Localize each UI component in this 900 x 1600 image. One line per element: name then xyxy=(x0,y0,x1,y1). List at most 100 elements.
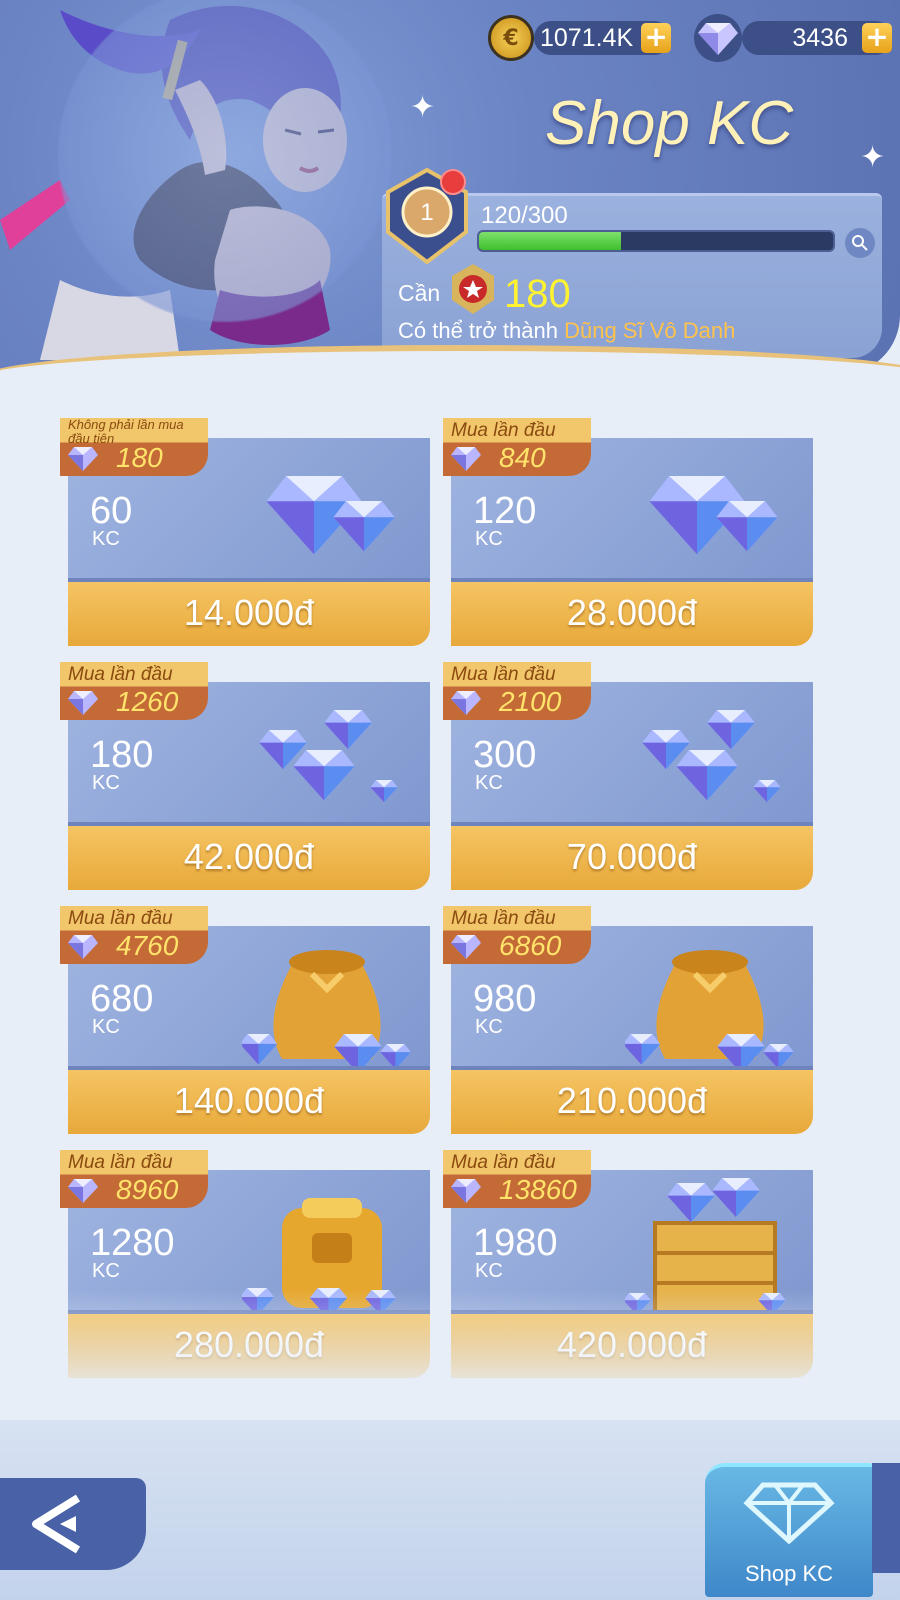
sparkle-icon: ✦ xyxy=(860,140,886,175)
bonus-amount: 1260 xyxy=(116,686,179,717)
gem-icon xyxy=(694,14,742,62)
buy-price-button[interactable]: 14.000đ xyxy=(68,578,430,646)
progress-text: 120/300 xyxy=(481,202,568,229)
pack-art-gem-bag-icon xyxy=(622,934,795,1074)
ribbon-label: Mua lần đầu xyxy=(68,908,173,929)
pack-unit: KC xyxy=(92,772,120,794)
buy-price-button[interactable]: 140.000đ xyxy=(68,1066,430,1134)
gem-value: 3436 xyxy=(792,23,848,52)
coin-pill: 1071.4K + xyxy=(534,21,672,55)
pack-unit: KC xyxy=(475,772,503,794)
pack-unit: KC xyxy=(92,1016,120,1038)
search-button[interactable] xyxy=(845,228,875,258)
buy-price-button[interactable]: 28.000đ xyxy=(451,578,813,646)
buy-price-button[interactable]: 70.000đ xyxy=(451,822,813,890)
become-rank-name: Dũng Sĩ Vô Danh xyxy=(564,318,736,343)
become-rank-text: Có thể trở thành Dũng Sĩ Vô Danh xyxy=(398,318,735,344)
bonus-amount: 4760 xyxy=(116,930,179,961)
tab-shop-kc-label: Shop KC xyxy=(744,1561,834,1586)
back-arrow-icon xyxy=(32,1494,81,1554)
hero-character-art xyxy=(0,0,420,370)
honor-badge-icon xyxy=(452,264,494,314)
bonus-ribbon: Mua lần đầu 13860 xyxy=(443,1150,591,1208)
pack-amount: 120 xyxy=(473,490,537,532)
gem-icon xyxy=(451,690,481,716)
need-value: 180 xyxy=(504,272,571,316)
pack-art-gems-small-icon xyxy=(625,446,795,586)
pack-art-gem-bag-icon xyxy=(239,934,412,1074)
add-coins-button[interactable]: + xyxy=(641,23,672,53)
bonus-ribbon: Mua lần đầu 6860 xyxy=(443,906,591,964)
bonus-amount: 6860 xyxy=(499,930,562,961)
become-prefix: Có thể trở thành xyxy=(398,318,558,343)
gem-icon xyxy=(451,1178,481,1204)
gem-pill: 3436 + xyxy=(742,21,892,55)
pack-amount: 300 xyxy=(473,734,537,776)
pack-amount: 980 xyxy=(473,978,537,1020)
bonus-amount: 840 xyxy=(499,442,546,473)
bonus-ribbon: Mua lần đầu 840 xyxy=(443,418,591,476)
ribbon-label: Mua lần đầu xyxy=(451,420,556,441)
back-button[interactable] xyxy=(0,1478,146,1570)
bonus-ribbon: Mua lần đầu 1260 xyxy=(60,662,208,720)
coin-balance: € 1071.4K + xyxy=(488,15,672,61)
pack-amount: 680 xyxy=(90,978,154,1020)
header-divider xyxy=(0,345,900,411)
diamond-pack-card[interactable]: Không phải lần mua đầu tiên 180 60 KC 14… xyxy=(60,418,430,646)
gem-icon xyxy=(68,446,98,472)
pack-unit: KC xyxy=(475,1016,503,1038)
bonus-amount: 8960 xyxy=(116,1174,179,1205)
gem-balance: 3436 + xyxy=(694,14,892,62)
rank-progress-bar xyxy=(477,230,835,252)
ribbon-label: Mua lần đầu xyxy=(451,908,556,929)
ribbon-label: Mua lần đầu xyxy=(451,664,556,685)
shop-header: € 1071.4K + 3436 + Shop KC ✦ ✦ 1 120/300… xyxy=(0,0,900,375)
gem-icon xyxy=(451,446,481,472)
page-title: Shop KC xyxy=(545,89,794,158)
bonus-ribbon: Không phải lần mua đầu tiên 180 xyxy=(60,418,208,476)
gem-icon xyxy=(68,690,98,716)
pack-unit: KC xyxy=(475,528,503,550)
grid-fade-overlay xyxy=(0,1290,900,1440)
bonus-amount: 13860 xyxy=(499,1174,577,1205)
need-label: Cần xyxy=(398,280,441,306)
bonus-ribbon: Mua lần đầu 4760 xyxy=(60,906,208,964)
ribbon-label: Mua lần đầu xyxy=(68,1152,173,1173)
notification-dot xyxy=(440,169,466,195)
rank-progress-fill xyxy=(479,232,621,250)
pack-unit: KC xyxy=(475,1260,503,1282)
ribbon-label: Mua lần đầu xyxy=(451,1152,556,1173)
ribbon-label: Mua lần đầu xyxy=(68,664,173,685)
gem-icon xyxy=(451,934,481,960)
pack-art-gems-pile-icon xyxy=(625,690,795,830)
pack-amount: 1980 xyxy=(473,1222,558,1264)
buy-price-button[interactable]: 42.000đ xyxy=(68,822,430,890)
diamond-pack-card[interactable]: Mua lần đầu 2100 300 KC 70.000đ xyxy=(443,662,813,890)
pack-amount: 60 xyxy=(90,490,133,532)
pack-amount: 1280 xyxy=(90,1222,175,1264)
buy-price-button[interactable]: 210.000đ xyxy=(451,1066,813,1134)
diamond-icon xyxy=(743,1482,835,1545)
side-tab-strip[interactable] xyxy=(872,1463,900,1573)
pack-art-gems-pile-icon xyxy=(242,690,412,830)
sparkle-icon: ✦ xyxy=(410,90,436,125)
coin-value: 1071.4K xyxy=(540,23,634,52)
bonus-amount: 180 xyxy=(116,442,163,473)
bonus-ribbon: Mua lần đầu 8960 xyxy=(60,1150,208,1208)
pack-amount: 180 xyxy=(90,734,154,776)
bonus-amount: 2100 xyxy=(499,686,562,717)
diamond-pack-card[interactable]: Mua lần đầu 1260 180 KC 42.000đ xyxy=(60,662,430,890)
tab-shop-kc[interactable]: Shop KC xyxy=(705,1463,873,1597)
pack-unit: KC xyxy=(92,528,120,550)
pack-unit: KC xyxy=(92,1260,120,1282)
diamond-pack-card[interactable]: Mua lần đầu 4760 680 KC 140.000đ xyxy=(60,906,430,1134)
pack-art-gems-small-icon xyxy=(242,446,412,586)
gem-icon xyxy=(68,934,98,960)
search-icon xyxy=(852,235,868,251)
gem-icon xyxy=(68,1178,98,1204)
add-gems-button[interactable]: + xyxy=(862,23,892,53)
bonus-ribbon: Mua lần đầu 2100 xyxy=(443,662,591,720)
diamond-pack-card[interactable]: Mua lần đầu 6860 980 KC 210.000đ xyxy=(443,906,813,1134)
diamond-pack-card[interactable]: Mua lần đầu 840 120 KC 28.000đ xyxy=(443,418,813,646)
rank-number: 1 xyxy=(420,199,433,226)
